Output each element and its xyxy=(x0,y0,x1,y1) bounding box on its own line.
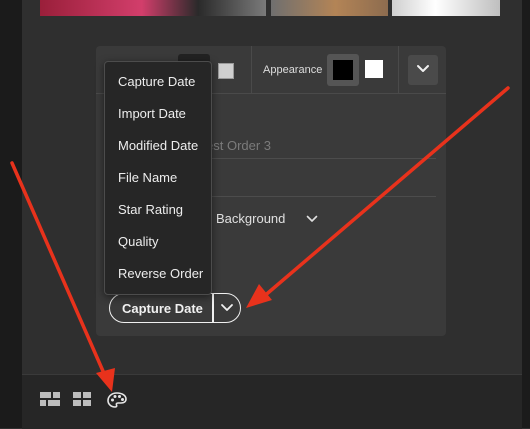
appearance-label: Appearance xyxy=(263,64,323,76)
chevron-down-icon xyxy=(417,65,429,72)
photo-thumbnail[interactable] xyxy=(40,0,266,16)
appearance-dark-swatch[interactable] xyxy=(327,54,359,86)
photo-thumbnail[interactable] xyxy=(392,0,500,16)
menu-item-import-date[interactable]: Import Date xyxy=(105,100,211,128)
title-field-placeholder[interactable]: est Order 3 xyxy=(206,138,271,153)
appearance-light-swatch[interactable] xyxy=(365,60,383,78)
toolbar-divider xyxy=(251,46,252,93)
background-dropdown-label[interactable]: Background xyxy=(216,211,285,226)
sort-order-control[interactable]: Capture Date xyxy=(109,293,241,323)
sort-selected-label[interactable]: Capture Date xyxy=(122,301,203,316)
menu-item-reverse-order[interactable]: Reverse Order xyxy=(105,260,211,288)
menu-item-quality[interactable]: Quality xyxy=(105,228,211,256)
right-panel-edge xyxy=(522,0,530,428)
toolbar-divider xyxy=(398,46,399,93)
menu-item-label: Capture Date xyxy=(118,74,196,89)
left-panel-edge xyxy=(0,0,22,428)
layout-option-square-icon[interactable] xyxy=(218,63,234,79)
menu-item-label: Modified Date xyxy=(118,138,199,153)
bottom-toolbar xyxy=(22,374,522,429)
chevron-down-icon[interactable] xyxy=(306,215,318,223)
menu-item-label: Star Rating xyxy=(118,202,184,217)
menu-item-star-rating[interactable]: Star Rating xyxy=(105,196,211,224)
chevron-down-icon[interactable] xyxy=(220,303,234,313)
palette-icon[interactable] xyxy=(107,392,127,408)
menu-item-label: File Name xyxy=(118,170,178,185)
annotation-arrow-line xyxy=(10,161,108,380)
menu-item-label: Quality xyxy=(118,234,159,249)
black-swatch-icon xyxy=(333,60,353,80)
toolbar-expand-button[interactable] xyxy=(408,55,438,85)
menu-item-label: Import Date xyxy=(118,106,186,121)
grid-layout-icon[interactable] xyxy=(40,392,60,406)
menu-item-modified-date[interactable]: Modified Date xyxy=(105,132,211,160)
menu-item-capture-date[interactable]: Capture Date xyxy=(105,68,211,96)
photo-thumbnail[interactable] xyxy=(271,0,388,16)
menu-item-label: Reverse Order xyxy=(118,266,204,281)
sort-control-divider xyxy=(212,294,214,322)
sort-dropdown-menu: Capture Date Import Date Modified Date F… xyxy=(104,61,212,295)
menu-item-file-name[interactable]: File Name xyxy=(105,164,211,192)
square-grid-icon[interactable] xyxy=(73,392,91,406)
